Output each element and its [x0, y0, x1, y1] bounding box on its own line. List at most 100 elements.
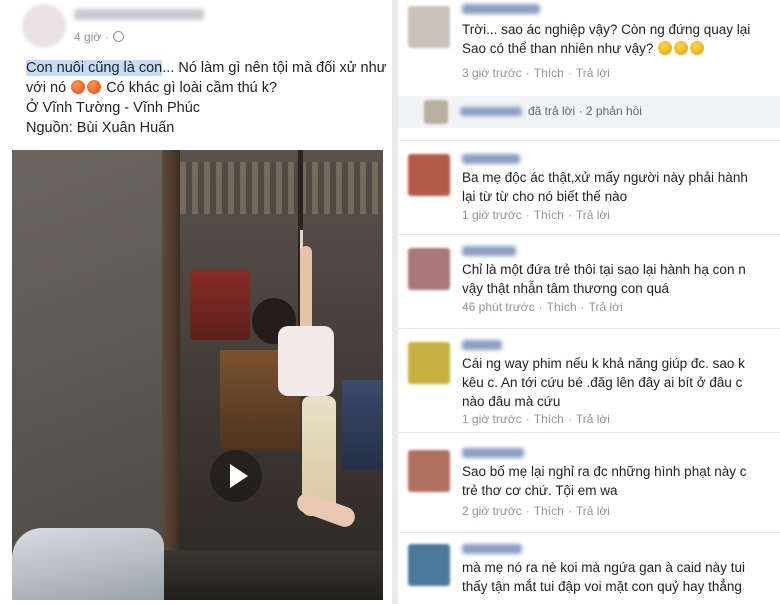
dot-separator: · — [580, 300, 585, 314]
commenter-name-blurred[interactable] — [462, 544, 522, 554]
comment-line: Sao có thể than nhiên như vậy? — [462, 39, 780, 58]
post-header: 4 giờ · — [22, 4, 204, 48]
post-text-line-2-before: với nó — [26, 80, 71, 96]
comment-actions: 1 giờ trước · Thích · Trả lời — [462, 412, 610, 426]
commenter-name-blurred[interactable] — [462, 246, 516, 256]
like-link[interactable]: Thích — [547, 300, 577, 314]
post-text-source: Nguồn: Bùi Xuân Huấn — [26, 120, 175, 136]
video-scene-basin — [12, 528, 164, 600]
commenter-avatar[interactable] — [408, 248, 450, 290]
play-icon[interactable] — [210, 450, 262, 502]
comment-time[interactable]: 3 giờ trước — [462, 66, 522, 80]
dot-separator: · — [567, 412, 572, 426]
comment-line: thấy tận mắt tui đập voi mặt con quỷ hay… — [462, 579, 742, 594]
post-text-location: Ở Vĩnh Tường - Vĩnh Phúc — [26, 100, 201, 116]
commenter-avatar[interactable] — [408, 154, 450, 196]
comment-actions: 46 phút trước · Thích · Trả lời — [462, 300, 623, 314]
commenter-avatar[interactable] — [408, 544, 450, 586]
video-player[interactable] — [12, 150, 383, 600]
reply-count-link[interactable]: 2 phản hồi — [586, 104, 642, 118]
author-avatar[interactable] — [22, 4, 66, 48]
dot-separator: · — [538, 300, 543, 314]
post-text-line-1: Con nuôi cũng là con... Nó làm gì nên tộ… — [26, 58, 386, 78]
divider — [398, 328, 780, 329]
replier-name-blurred[interactable] — [460, 107, 522, 116]
comment-text: Chỉ là một đứa trẻ thôi tại sao lại hành… — [462, 260, 780, 298]
comment-actions: 1 giờ trước · Thích · Trả lời — [462, 208, 610, 222]
comment-line: mà mẹ nó ra nè koi mà ngứa gan à caid nà… — [462, 560, 745, 575]
dot-separator: · — [525, 208, 530, 222]
comment-time[interactable]: 46 phút trước — [462, 300, 535, 314]
emoji-icon — [674, 41, 689, 55]
dot-separator: · — [567, 66, 572, 80]
divider — [398, 432, 780, 433]
dot-separator: · — [525, 412, 530, 426]
comment-actions: 3 giờ trước · Thích · Trả lời — [462, 66, 610, 80]
video-scene-child-arm — [300, 246, 312, 336]
commenter-avatar[interactable] — [408, 450, 450, 492]
reply-link[interactable]: Trả lời — [576, 208, 610, 222]
replier-avatar — [424, 100, 448, 124]
post-text: Con nuôi cũng là con... Nó làm gì nên tộ… — [26, 58, 386, 138]
comment-line: Cái ng way phim nếu k khả năng giúp đc. … — [462, 356, 745, 371]
divider — [398, 140, 780, 141]
comment-text: Ba mẹ độc ác thật,xử mấy người này phải … — [462, 168, 780, 206]
author-meta: 4 giờ · — [74, 8, 204, 44]
post-card: 4 giờ · Con nuôi cũng là con... Nó làm g… — [0, 0, 392, 604]
reply-summary-text: đã trả lời · 2 phản hồi — [528, 104, 642, 118]
author-name-blurred[interactable] — [74, 8, 204, 20]
post-text-line-2-after: Có khác gì loài cầm thú k? — [102, 80, 278, 96]
commenter-avatar[interactable] — [408, 342, 450, 384]
video-scene-door-frame — [162, 150, 180, 600]
comment-text: Sao bố mẹ lại nghỉ ra đc những hình phạt… — [462, 462, 780, 500]
reply-summary[interactable]: đã trả lời · 2 phản hồi — [398, 96, 780, 128]
comment-line: vậy thật nhẫn tâm thương con quá — [462, 281, 670, 296]
like-link[interactable]: Thích — [534, 412, 564, 426]
dot-separator: · — [525, 504, 530, 518]
comment-actions: 2 giờ trước · Thích · Trả lời — [462, 504, 610, 518]
comment-line: trẻ thơ cơ chứ. Tội em wa — [462, 483, 618, 498]
video-scene-ceiling — [180, 162, 380, 214]
comment-line: kêu c. An tới cứu bé .đăg lên đây ai bít… — [462, 375, 743, 390]
commenter-name-blurred[interactable] — [462, 4, 540, 14]
comment-text: Trời... sao ác nghiệp vậy? Còn ng đứng q… — [462, 20, 780, 58]
like-link[interactable]: Thích — [534, 66, 564, 80]
commenter-avatar[interactable] — [408, 6, 450, 48]
reply-replied-label: đã trả lời — [528, 104, 576, 118]
comment-time[interactable]: 1 giờ trước — [462, 208, 522, 222]
post-text-highlight: Con nuôi cũng là con — [26, 60, 163, 76]
comment-line: Trời... sao ác nghiệp vậy? Còn ng đứng q… — [462, 22, 751, 37]
comment-line: Ba mẹ độc ác thật,xử mấy người này phải … — [462, 170, 748, 185]
angry-emoji-icon — [71, 80, 86, 94]
commenter-name-blurred[interactable] — [462, 448, 524, 458]
commenter-name-blurred[interactable] — [462, 154, 520, 164]
comment-text: Cái ng way phim nếu k khả năng giúp đc. … — [462, 354, 780, 411]
post-time: 4 giờ · — [74, 30, 204, 44]
dot-separator: · — [567, 208, 572, 222]
reply-link[interactable]: Trả lời — [589, 300, 623, 314]
globe-icon — [113, 31, 125, 42]
comment-time[interactable]: 2 giờ trước — [462, 504, 522, 518]
comment-line: Sao bố mẹ lại nghỉ ra đc những hình phạt… — [462, 464, 747, 479]
reply-link[interactable]: Trả lời — [576, 412, 610, 426]
dot-separator: · — [525, 66, 530, 80]
video-scene-crate — [342, 380, 383, 470]
like-link[interactable]: Thích — [534, 208, 564, 222]
reply-link[interactable]: Trả lời — [576, 504, 610, 518]
angry-emoji-icon — [87, 80, 102, 94]
emoji-icon — [690, 41, 705, 55]
video-scene-child-shirt — [278, 326, 334, 396]
comment-time[interactable]: 1 giờ trước — [462, 412, 522, 426]
comments-panel: Trời... sao ác nghiệp vậy? Còn ng đứng q… — [398, 0, 780, 604]
comment-line-text: Sao có thể than nhiên như vậy? — [462, 41, 654, 56]
comment-text: mà mẹ nó ra nè koi mà ngứa gan à caid nà… — [462, 558, 780, 596]
post-time-label[interactable]: 4 giờ — [74, 30, 101, 44]
video-scene-shelf — [190, 270, 250, 340]
reply-link[interactable]: Trả lời — [576, 66, 610, 80]
commenter-name-blurred[interactable] — [462, 340, 502, 350]
comment-line: nào đâu mà cứu — [462, 394, 561, 409]
like-link[interactable]: Thích — [534, 504, 564, 518]
post-text-line-1-rest: ... Nó làm gì nên tội mà đối xử như — [162, 60, 386, 76]
post-text-line-2: với nó Có khác gì loài cầm thú k? — [26, 78, 386, 98]
emoji-icon — [658, 41, 673, 55]
